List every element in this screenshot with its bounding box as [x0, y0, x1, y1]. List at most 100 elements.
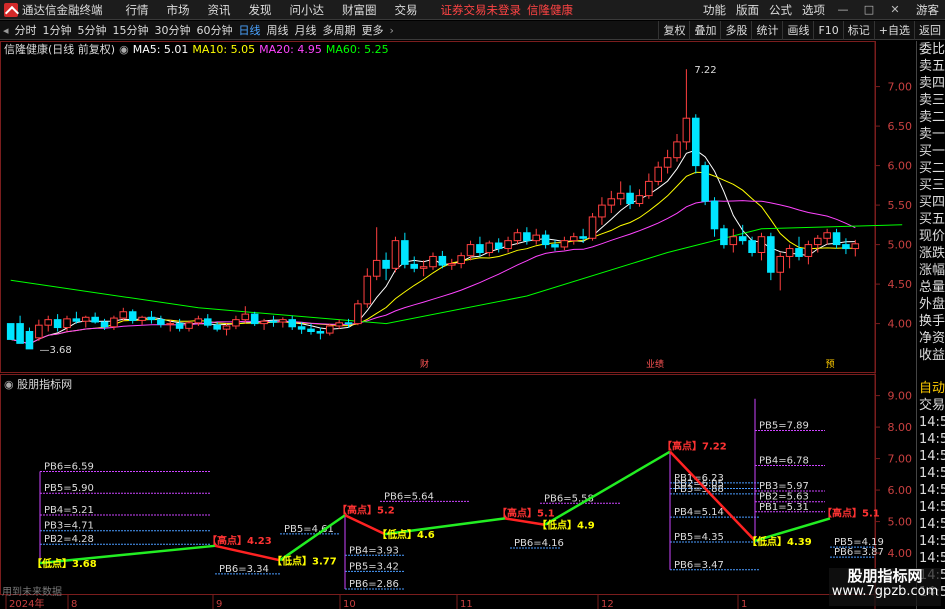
period-monthly[interactable]: 月线 [295, 22, 317, 38]
login-status[interactable]: 证券交易未登录 [441, 2, 522, 18]
quote-label[interactable]: 委比 [917, 41, 945, 58]
candle-body [16, 323, 24, 344]
period-daily[interactable]: 日线 [239, 22, 261, 38]
period-multi[interactable]: 多周期 [323, 22, 356, 38]
pb-level-label: PB6=3.47 [674, 560, 724, 571]
tool-mark[interactable]: 标记 [842, 20, 874, 40]
candle-body [635, 195, 644, 205]
stock-title: 信隆健康(日线 前复权) [4, 43, 116, 56]
trade-label[interactable]: 14:5 [917, 533, 945, 550]
chevron-right-icon[interactable]: › [390, 24, 394, 37]
trade-label[interactable]: 14:5 [917, 499, 945, 516]
quote-label[interactable]: 收益 [917, 347, 945, 364]
quote-label[interactable]: 涨幅 [917, 262, 945, 279]
quote-label[interactable]: 买三 [917, 177, 945, 194]
tool-back[interactable]: 返回 [914, 20, 945, 40]
trade-label[interactable]: 14:5 [917, 482, 945, 499]
event-markers: 财 业绩 预 [420, 358, 835, 370]
period-timeshare[interactable]: 分时 [15, 22, 37, 38]
nav-left-icon[interactable]: ◂ [3, 24, 9, 37]
time-tick-label: 2024年 [9, 597, 44, 609]
menu-trade[interactable]: 交易 [395, 2, 418, 18]
trade-label[interactable]: 自动 [917, 380, 945, 397]
tool-stats[interactable]: 统计 [751, 20, 782, 40]
quote-label[interactable]: 卖一 [917, 126, 945, 143]
tool-draw[interactable]: 画线 [782, 20, 813, 40]
trade-label[interactable]: 14:5 [917, 431, 945, 448]
candle-body [504, 240, 512, 250]
trade-label[interactable]: 14:5 [917, 448, 945, 465]
menu-options[interactable]: 选项 [802, 2, 825, 18]
candle-body [457, 255, 465, 265]
period-5min[interactable]: 5分钟 [78, 22, 107, 38]
zigzag-label: 【低点】3.77 [272, 554, 337, 567]
watermark-title: 股朋指标网 [847, 567, 923, 585]
trade-label[interactable]: 14:5 [917, 465, 945, 482]
ma60-label: MA60: 5.25 [325, 42, 389, 56]
indicator-axis: 9.00 8.00 7.00 6.00 5.00 4.00 [875, 390, 912, 560]
event-marker: 业绩 [646, 358, 664, 370]
quote-label[interactable]: 买五 [917, 211, 945, 228]
indicator-toggle-icon[interactable]: ◉ [4, 378, 14, 391]
candle-body [6, 323, 15, 340]
guest-label[interactable]: 游客 [916, 2, 939, 18]
quote-label[interactable]: 卖五 [917, 58, 945, 75]
menu-market[interactable]: 行情 [126, 2, 149, 18]
menu-market-2[interactable]: 市场 [167, 2, 190, 18]
account-name[interactable]: 信隆健康 [527, 2, 573, 18]
trade-label[interactable]: 14:5 [917, 414, 945, 431]
quote-label[interactable]: 买二 [917, 160, 945, 177]
quote-label[interactable]: 卖二 [917, 109, 945, 126]
candle-body [663, 157, 672, 168]
indicator-frame [0, 374, 876, 595]
period-more[interactable]: 更多 [362, 22, 384, 38]
quote-label[interactable]: 换手 [917, 313, 945, 330]
candle-body [804, 244, 813, 257]
candle-body [297, 326, 306, 330]
pb-level-label: PB5=4.35 [674, 532, 724, 543]
period-1min[interactable]: 1分钟 [43, 22, 72, 38]
time-tick-label: 11 [460, 599, 473, 609]
maximize-icon[interactable]: □ [856, 3, 882, 16]
menu-layout[interactable]: 版面 [736, 2, 759, 18]
zigzag-segment [214, 544, 281, 562]
period-weekly[interactable]: 周线 [267, 22, 289, 38]
menu-news[interactable]: 资讯 [208, 2, 231, 18]
tool-overlay[interactable]: 叠加 [689, 20, 720, 40]
tool-f10[interactable]: F10 [813, 20, 842, 40]
menu-formula[interactable]: 公式 [769, 2, 792, 18]
tool-multi-stock[interactable]: 多股 [720, 20, 751, 40]
quote-label[interactable]: 总量 [917, 279, 945, 296]
menu-ask[interactable]: 问小达 [290, 2, 325, 18]
period-60min[interactable]: 60分钟 [197, 22, 233, 38]
quote-label[interactable]: 外盘 [917, 296, 945, 313]
period-15min[interactable]: 15分钟 [113, 22, 149, 38]
quote-label[interactable]: 买一 [917, 143, 945, 160]
pb-level-label: PB4=5.21 [44, 505, 94, 516]
candle-body [832, 232, 841, 246]
minimize-icon[interactable]: — [830, 3, 856, 16]
candle-body [72, 318, 81, 322]
candle-body [447, 263, 456, 266]
trade-label[interactable]: 交易 [917, 397, 945, 414]
price-axis: 7.00 6.50 6.00 5.50 5.00 4.50 4.00 [875, 81, 912, 331]
chart-canvas[interactable]: 7.22 —3.68 7.00 6.50 6.00 5.50 5.00 4.50 4.00 P… [0, 41, 916, 609]
period-30min[interactable]: 30分钟 [155, 22, 191, 38]
candle-body [701, 165, 709, 202]
menu-discover[interactable]: 发现 [249, 2, 272, 18]
trade-label[interactable]: 14:5 [917, 516, 945, 533]
tool-adjust[interactable]: 复权 [658, 20, 689, 40]
trade-label[interactable]: 14:5 [917, 550, 945, 567]
quote-label[interactable]: 卖三 [917, 92, 945, 109]
legend-toggle-icon[interactable]: ◉ [119, 43, 129, 56]
indicator-tick-label: 7.00 [888, 453, 913, 466]
close-icon[interactable]: ✕ [882, 3, 908, 16]
quote-label[interactable]: 现价 [917, 228, 945, 245]
menu-wealth[interactable]: 财富圈 [342, 2, 377, 18]
quote-label[interactable]: 净资 [917, 330, 945, 347]
quote-label[interactable]: 卖四 [917, 75, 945, 92]
menu-function[interactable]: 功能 [703, 2, 726, 18]
quote-label[interactable]: 买四 [917, 194, 945, 211]
tool-add-watchlist[interactable]: +自选 [873, 20, 914, 40]
quote-label[interactable]: 涨跌 [917, 245, 945, 262]
